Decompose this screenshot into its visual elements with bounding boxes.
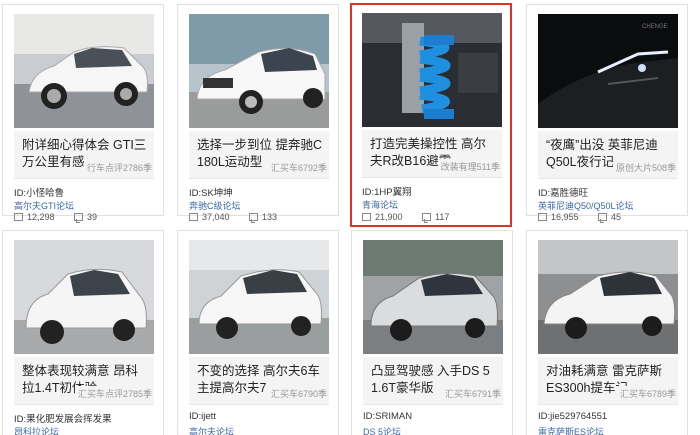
comment-icon	[74, 213, 83, 223]
comment-icon	[249, 213, 258, 223]
article-photo[interactable]	[189, 14, 329, 128]
article-card[interactable]: 选择一步到位 提奔驰C 180L运动型 汇买车6792季 ID:SK坤坤 奔驰C级…	[177, 4, 339, 223]
author-id[interactable]: ID:ijett	[189, 411, 216, 422]
forum-link[interactable]: 雷克萨斯ES论坛	[538, 425, 604, 435]
article-title[interactable]: 选择一步到位 提奔驰C 180L运动型 汇买车6792季	[189, 131, 329, 179]
category-tag: 原创大片508季	[612, 160, 676, 177]
article-card[interactable]: 凸显驾驶感 入手DS 5 1.6T豪华版 汇买车6791季 ID:SRIMAN D…	[351, 230, 513, 435]
article-title[interactable]: 打造完美操控性 高尔夫R改B16避震 改装有理511季	[362, 130, 502, 178]
article-card[interactable]: 整体表现较满意 昂科拉1.4T初体验 汇买车点评2785季 ID:果化肥发展会挥发…	[2, 230, 164, 435]
comment-count: 133	[262, 212, 278, 222]
car-photo-icon	[14, 14, 154, 128]
article-title[interactable]: 整体表现较满意 昂科拉1.4T初体验 汇买车点评2785季	[14, 357, 154, 405]
article-card[interactable]: 不变的选择 高尔夫6车主提高尔夫7 汇买车6790季 ID:ijett 高尔夫论坛	[177, 230, 339, 435]
article-title[interactable]: “夜鹰”出没 英菲尼迪Q50L夜行记 原创大片508季	[538, 131, 678, 179]
car-photo-icon	[538, 240, 678, 354]
forum-link[interactable]: 高尔夫论坛	[189, 425, 234, 435]
article-photo[interactable]	[363, 240, 503, 354]
forum-link[interactable]: 奔驰C级论坛	[189, 199, 241, 212]
car-photo-icon: CHENGE	[538, 14, 678, 128]
views-icon	[14, 213, 23, 221]
article-stats: 16,955 45	[538, 212, 622, 223]
article-title[interactable]: 附详细心得体会 GTI三万公里有感 行车点评2786季	[14, 131, 154, 179]
view-count: 21,900	[375, 212, 403, 222]
category-tag: 汇买车6789季	[616, 386, 676, 403]
article-title[interactable]: 对油耗满意 雷克萨斯ES300h提车记 汇买车6789季	[538, 357, 678, 405]
article-grid: 附详细心得体会 GTI三万公里有感 行车点评2786季 ID:小怪哈鲁 高尔夫GT…	[0, 0, 700, 435]
author-id[interactable]: ID:嘉胜德旺	[538, 185, 588, 199]
comment-count: 45	[611, 212, 622, 222]
forum-link[interactable]: 昂科拉论坛	[14, 425, 59, 435]
category-tag: 汇买车点评2785季	[74, 386, 152, 403]
car-photo-icon	[14, 240, 154, 354]
comment-count: 117	[435, 212, 450, 222]
author-id[interactable]: ID:果化肥发展会挥发果	[14, 411, 112, 425]
view-count: 12,298	[27, 212, 55, 222]
view-count: 37,040	[202, 212, 230, 222]
article-title[interactable]: 不变的选择 高尔夫6车主提高尔夫7 汇买车6790季	[189, 357, 329, 405]
article-photo[interactable]	[362, 13, 502, 127]
views-icon	[362, 213, 371, 221]
article-photo[interactable]	[14, 14, 154, 128]
forum-link[interactable]: 英菲尼迪Q50/Q50L论坛	[538, 199, 634, 212]
category-tag: 行车点评2786季	[83, 160, 152, 177]
article-card-selected[interactable]: 打造完美操控性 高尔夫R改B16避震 改装有理511季 ID:1HP翼翔 青海论坛…	[350, 3, 512, 227]
article-stats: 37,040 133	[189, 212, 278, 223]
author-id[interactable]: ID:SK坤坤	[189, 185, 233, 199]
coilover-photo-icon	[362, 13, 502, 127]
view-count: 16,955	[551, 212, 579, 222]
forum-link[interactable]: 高尔夫GTI论坛	[14, 199, 74, 212]
author-id[interactable]: ID:小怪哈鲁	[14, 185, 64, 199]
car-photo-icon	[363, 240, 503, 354]
article-photo[interactable]	[538, 240, 678, 354]
car-photo-icon	[189, 14, 329, 128]
svg-text:CHENGE: CHENGE	[642, 24, 668, 30]
article-stats: 21,900 117	[362, 212, 450, 223]
comment-count: 39	[87, 212, 98, 222]
car-photo-icon	[189, 240, 329, 354]
views-icon	[538, 213, 547, 221]
article-title[interactable]: 凸显驾驶感 入手DS 5 1.6T豪华版 汇买车6791季	[363, 357, 503, 405]
category-tag: 汇买车6790季	[267, 386, 327, 403]
author-id[interactable]: ID:SRIMAN	[363, 411, 412, 422]
forum-link[interactable]: 青海论坛	[362, 198, 398, 211]
article-card[interactable]: 附详细心得体会 GTI三万公里有感 行车点评2786季 ID:小怪哈鲁 高尔夫GT…	[2, 4, 164, 223]
article-photo[interactable]	[189, 240, 329, 354]
comment-icon	[422, 213, 431, 223]
article-stats: 12,298 39	[14, 212, 98, 223]
forum-link[interactable]: DS 5论坛	[363, 425, 401, 435]
author-id[interactable]: ID:1HP翼翔	[362, 184, 412, 198]
comment-icon	[598, 213, 607, 223]
article-photo[interactable]	[14, 240, 154, 354]
category-tag: 汇买车6791季	[441, 386, 501, 403]
author-id[interactable]: ID:jie529764551	[538, 411, 607, 422]
category-tag: 汇买车6792季	[267, 160, 327, 177]
views-icon	[189, 213, 198, 221]
article-photo[interactable]: CHENGE	[538, 14, 678, 128]
article-card[interactable]: CHENGE “夜鹰”出没 英菲尼迪Q50L夜行记 原创大片508季 ID:嘉胜德…	[526, 4, 688, 223]
category-tag: 改装有理511季	[437, 159, 500, 176]
article-card[interactable]: 对油耗满意 雷克萨斯ES300h提车记 汇买车6789季 ID:jie529764…	[526, 230, 688, 435]
